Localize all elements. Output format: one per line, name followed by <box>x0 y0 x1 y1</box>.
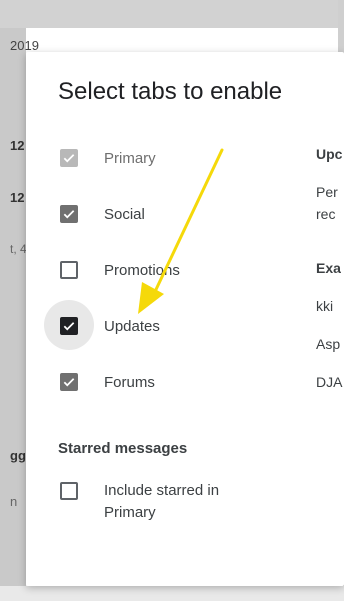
example-sender: DJA <box>316 374 343 390</box>
option-label: Forums <box>104 373 155 391</box>
option-label: Promotions <box>104 261 180 279</box>
forums-checkbox[interactable] <box>60 373 78 391</box>
checkmark-icon <box>63 322 75 331</box>
option-promotions[interactable]: Promotions <box>60 258 180 282</box>
social-checkbox[interactable] <box>60 205 78 223</box>
option-label: Updates <box>104 317 160 335</box>
starred-messages-heading: Starred messages <box>58 440 188 457</box>
example-sender: kki <box>316 298 334 314</box>
include-starred-checkbox[interactable] <box>60 482 78 500</box>
checkmark-icon <box>63 378 75 387</box>
examples-heading: Exa <box>316 260 341 276</box>
description-line: Per <box>316 184 338 200</box>
option-primary: Primary <box>60 146 156 170</box>
background-footer <box>0 586 344 601</box>
updates-checkbox[interactable] <box>60 317 78 335</box>
background-row-fragment: 12 <box>10 190 25 205</box>
dialog-title: Select tabs to enable <box>58 78 283 105</box>
background-row-fragment: 12 <box>10 138 25 153</box>
promotions-checkbox[interactable] <box>60 261 78 279</box>
page: 2019 12 12 t, 4 gg n Select tabs to enab… <box>0 0 344 601</box>
checkmark-icon <box>63 210 75 219</box>
option-social[interactable]: Social <box>60 202 145 226</box>
option-include-starred[interactable]: Include starred in Primary <box>60 482 264 524</box>
option-label: Social <box>104 205 145 223</box>
background-row-fragment: t, 4 <box>10 242 27 256</box>
select-tabs-dialog: Select tabs to enable Primary Social Pro… <box>26 52 344 586</box>
option-forums[interactable]: Forums <box>60 370 155 394</box>
primary-checkbox <box>60 149 78 167</box>
background-row-fragment: gg <box>10 448 26 463</box>
option-updates[interactable]: Updates <box>44 300 160 350</box>
option-label: Include starred in Primary <box>104 482 220 521</box>
option-label: Primary <box>104 149 156 167</box>
checkmark-icon <box>63 154 75 163</box>
description-heading: Upc <box>316 146 343 162</box>
description-line: rec <box>316 206 336 222</box>
background-date-fragment: 2019 <box>10 38 39 53</box>
background-header <box>0 0 344 28</box>
background-row-fragment: n <box>10 494 18 509</box>
example-sender: Asp <box>316 336 341 352</box>
